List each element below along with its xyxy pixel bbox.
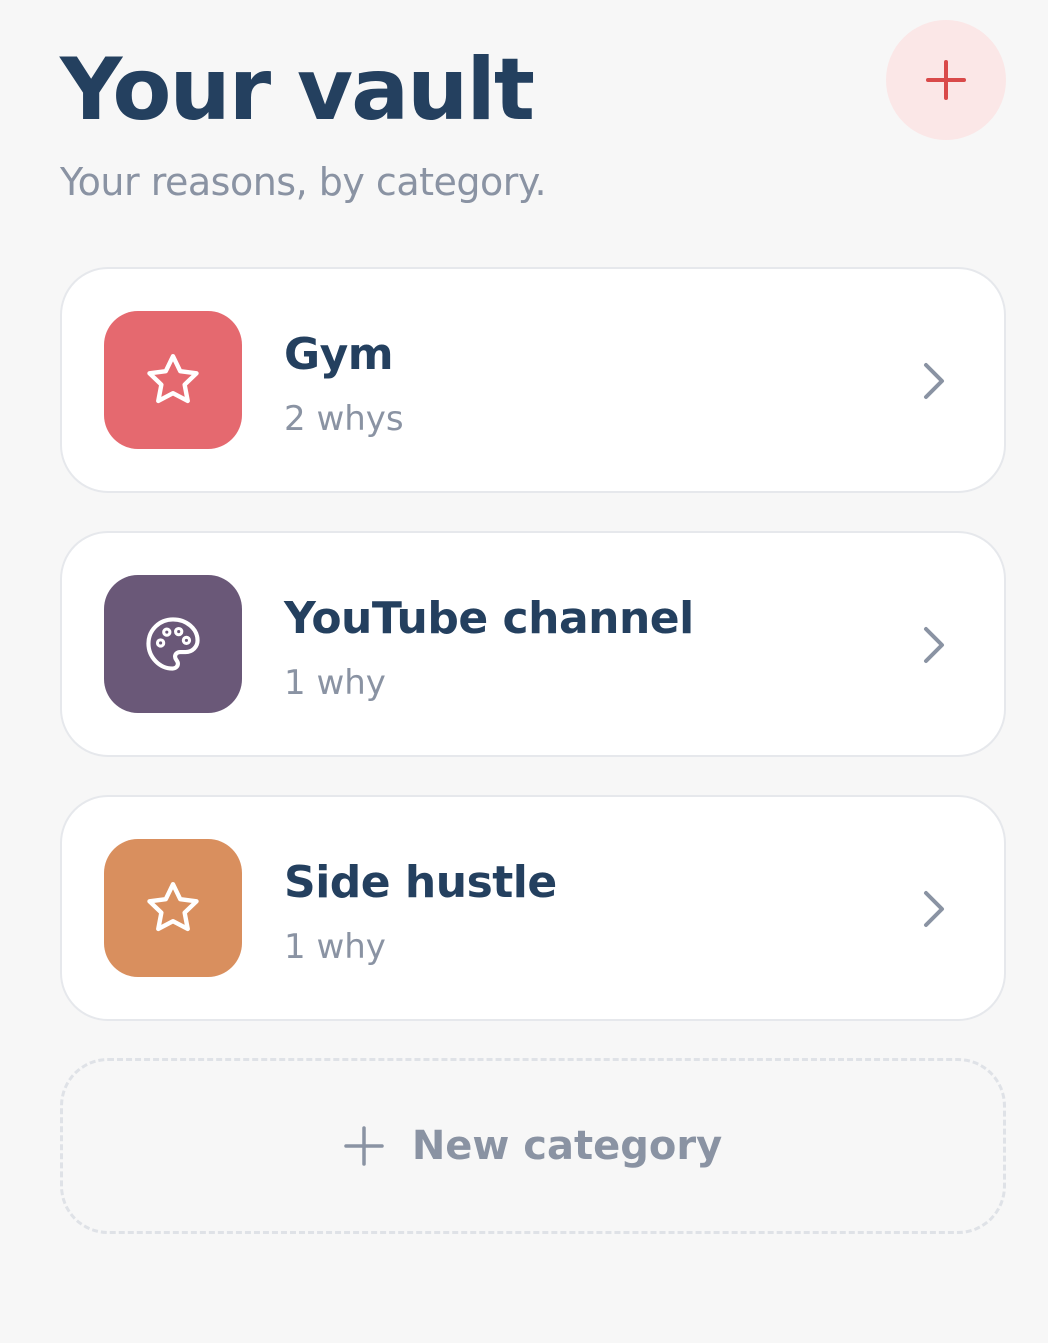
chevron-right-icon bbox=[924, 363, 944, 399]
category-count: 1 why bbox=[284, 927, 386, 967]
chevron-right-icon bbox=[924, 627, 944, 663]
chevron-right-icon bbox=[924, 891, 944, 927]
category-count: 1 why bbox=[284, 663, 386, 703]
new-category-label: New category bbox=[411, 1123, 723, 1169]
plus-icon bbox=[926, 60, 966, 100]
category-name: Gym bbox=[284, 329, 394, 380]
palette-icon bbox=[146, 617, 200, 671]
category-count: 2 whys bbox=[284, 399, 404, 439]
star-icon bbox=[147, 354, 199, 404]
category-card-side-hustle[interactable]: Side hustle 1 why bbox=[60, 795, 1006, 1021]
new-category-button[interactable]: New category bbox=[60, 1058, 1006, 1234]
star-icon bbox=[147, 882, 199, 932]
category-card-youtube-channel[interactable]: YouTube channel 1 why bbox=[60, 531, 1006, 757]
category-icon-tile bbox=[104, 575, 242, 713]
page-subtitle: Your reasons, by category. bbox=[60, 160, 547, 204]
category-card-gym[interactable]: Gym 2 whys bbox=[60, 267, 1006, 493]
category-icon-tile bbox=[104, 311, 242, 449]
add-category-button[interactable] bbox=[886, 20, 1006, 140]
plus-icon bbox=[344, 1126, 384, 1166]
category-name: YouTube channel bbox=[284, 593, 694, 644]
page-title: Your vault bbox=[60, 40, 535, 140]
category-icon-tile bbox=[104, 839, 242, 977]
category-name: Side hustle bbox=[284, 857, 557, 908]
